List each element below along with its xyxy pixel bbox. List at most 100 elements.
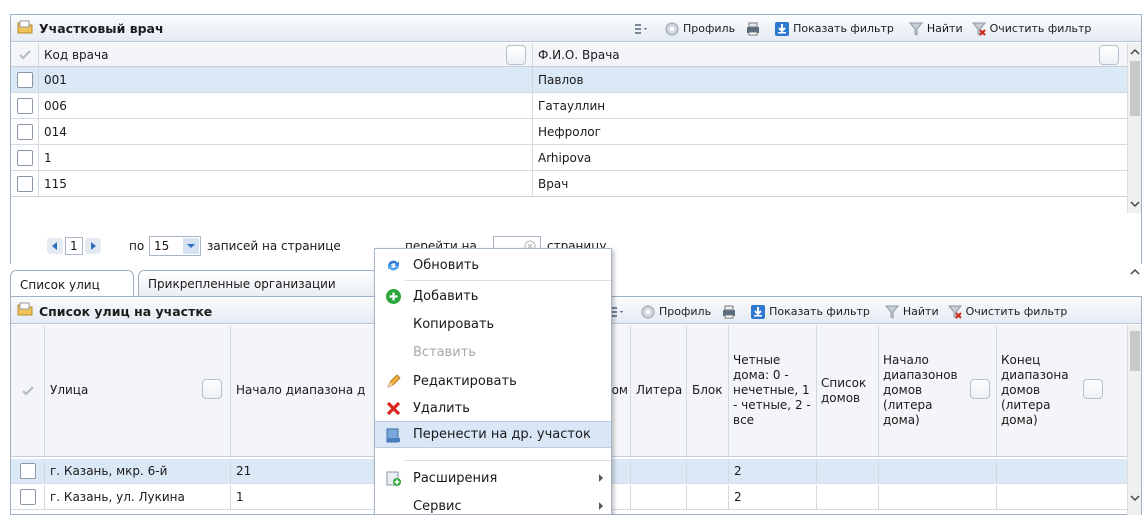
columns-menu-icon[interactable] <box>631 21 651 37</box>
chevron-down-icon <box>183 238 199 254</box>
menu-item-refresh[interactable]: Обновить <box>375 252 611 279</box>
row-checkbox[interactable] <box>16 71 33 88</box>
scroll-up-icon[interactable] <box>1129 47 1141 57</box>
pencil-icon <box>387 374 401 388</box>
add-icon <box>386 289 401 304</box>
menu-item-label: Расширения <box>413 471 498 486</box>
menu-item-edit[interactable]: Редактировать <box>375 368 611 395</box>
outer-scroll-up-icon[interactable] <box>1129 267 1141 277</box>
menu-item-label: Копировать <box>413 317 495 332</box>
column-header-ranges-start-letter[interactable]: Начало диапазонов домов (литера дома) <box>879 325 997 456</box>
menu-item-add[interactable]: Добавить <box>375 283 611 310</box>
column-header-range-end-letter[interactable]: Конец диапазона домов (литера дома) <box>997 325 1125 456</box>
column-street-label: Улица <box>50 383 89 397</box>
per-page-prefix: по <box>129 239 145 253</box>
row-even: 2 <box>729 485 817 509</box>
submenu-arrow-icon <box>599 474 603 482</box>
scroll-down-icon[interactable] <box>1129 199 1141 209</box>
column-street-filter[interactable] <box>202 379 222 399</box>
profile-label: Профиль <box>683 22 736 35</box>
show-filter-button[interactable]: Показать фильтр <box>750 304 870 320</box>
per-page-suffix: записей на странице <box>207 239 341 253</box>
row-ranges-start <box>879 485 997 509</box>
streets-panel-title: Список улиц на участке <box>39 304 213 319</box>
per-page-select[interactable]: 15 <box>149 236 201 256</box>
show-filter-label: Показать фильтр <box>793 22 894 35</box>
row-range-end <box>997 485 1125 509</box>
menu-item-service[interactable]: Сервис <box>375 493 611 514</box>
table-row[interactable]: 006 Гатауллин <box>11 93 1127 119</box>
doctor-panel: Участковый врач Профиль Показать фильтр … <box>10 14 1142 264</box>
table-row[interactable]: 014 Нефролог <box>11 119 1127 145</box>
column-header-block[interactable]: Блок <box>687 325 729 456</box>
streets-toolbar: Профиль Показать фильтр Найти Очистить ф… <box>607 302 1067 321</box>
print-button[interactable] <box>745 21 764 37</box>
menu-item-copy[interactable]: Копировать <box>375 311 611 338</box>
menu-item-move-to-area[interactable]: Перенести на др. участок <box>375 421 611 448</box>
row-checkbox[interactable] <box>19 463 36 479</box>
column-header-name[interactable]: Ф.И.О. Врача <box>533 43 1123 66</box>
row-checkbox[interactable] <box>19 489 36 505</box>
scroll-thumb[interactable] <box>1130 331 1140 371</box>
next-page-icon[interactable] <box>85 238 101 254</box>
column-name-filter[interactable] <box>1099 45 1119 65</box>
column-header-code[interactable]: Код врача <box>39 43 533 66</box>
column-range-end-filter[interactable] <box>1083 379 1103 399</box>
row-code: 014 <box>39 119 533 144</box>
select-all-checkbox[interactable] <box>11 325 45 456</box>
row-range-start: 21 <box>231 459 375 483</box>
row-range-start: 1 <box>231 485 375 509</box>
table-row[interactable]: 115 Врач <box>11 171 1127 197</box>
select-all-checkbox[interactable] <box>11 43 39 66</box>
clear-filter-label: Очистить фильтр <box>965 305 1068 318</box>
current-page-box[interactable]: 1 <box>65 237 83 255</box>
print-button[interactable] <box>721 304 740 320</box>
streets-grid-scrollbar[interactable] <box>1127 325 1141 515</box>
row-name: Врач <box>538 176 569 191</box>
find-button[interactable]: Найти <box>908 21 963 37</box>
filter-icon <box>908 22 923 36</box>
find-button[interactable]: Найти <box>884 304 939 320</box>
column-code-filter[interactable] <box>506 45 526 65</box>
column-header-street[interactable]: Улица <box>45 325 231 456</box>
extensions-icon <box>386 471 401 486</box>
doctor-grid-scrollbar[interactable] <box>1127 43 1141 213</box>
row-letter <box>631 459 687 483</box>
table-row[interactable]: 001 Павлов <box>11 67 1127 93</box>
menu-item-label: Редактировать <box>413 374 517 389</box>
row-code: 001 <box>39 67 533 92</box>
clear-filter-button[interactable]: Очистить фильтр <box>947 304 1068 320</box>
doctor-toolbar: Профиль Показать фильтр Найти Очистить ф… <box>631 19 1091 38</box>
show-filter-button[interactable]: Показать фильтр <box>774 21 894 37</box>
refresh-icon <box>388 260 399 271</box>
menu-item-delete[interactable]: Удалить <box>375 395 611 422</box>
checkmark-icon <box>21 385 34 395</box>
row-checkbox[interactable] <box>16 175 33 192</box>
column-header-even[interactable]: Четные дома: 0 - нечетные, 1 - четные, 2… <box>729 325 817 456</box>
column-header-range-start[interactable]: Начало диапазона д <box>231 325 375 456</box>
filter-icon <box>884 305 899 319</box>
row-checkbox[interactable] <box>16 97 33 114</box>
tab-attached-orgs[interactable]: Прикрепленные организации <box>138 270 378 297</box>
clear-filter-button[interactable]: Очистить фильтр <box>971 21 1091 37</box>
prev-page-icon[interactable] <box>47 238 63 254</box>
checkmark-icon <box>18 49 31 59</box>
clear-filter-icon <box>947 305 962 319</box>
clear-filter-icon <box>971 22 986 36</box>
download-arrow-icon <box>751 304 766 319</box>
column-header-letter[interactable]: Литера <box>631 325 687 456</box>
menu-item-extensions[interactable]: Расширения <box>375 465 611 492</box>
profile-button[interactable]: Профиль <box>664 21 735 37</box>
tab-streets[interactable]: Список улиц <box>10 270 134 298</box>
scroll-thumb[interactable] <box>1130 61 1140 116</box>
scroll-down-icon[interactable] <box>1129 493 1141 503</box>
gear-icon <box>641 305 655 318</box>
column-ranges-start-filter[interactable] <box>970 379 990 399</box>
row-checkbox[interactable] <box>16 123 33 140</box>
show-filter-label: Показать фильтр <box>769 305 870 318</box>
column-header-houses-list[interactable]: Список домов <box>817 325 879 456</box>
profile-button[interactable]: Профиль <box>640 304 711 320</box>
row-checkbox[interactable] <box>16 149 33 166</box>
menu-item-paste[interactable]: Вставить <box>375 339 611 366</box>
table-row[interactable]: 1 Arhipova <box>11 145 1127 171</box>
